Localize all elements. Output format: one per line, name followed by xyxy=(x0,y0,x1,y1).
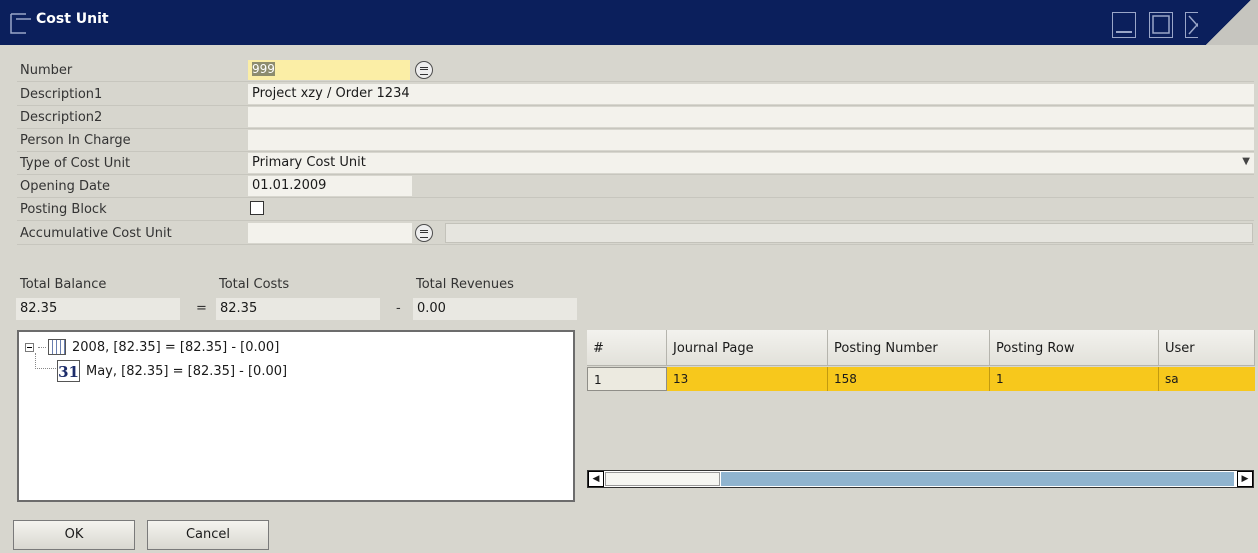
scroll-left-icon[interactable]: ◀ xyxy=(588,471,604,487)
table-row-number-cell[interactable]: 1 xyxy=(587,367,667,391)
total-balance-field: 82.35 xyxy=(16,298,180,320)
window-title: Cost Unit xyxy=(36,11,109,27)
grid-header-user[interactable]: User xyxy=(1159,330,1255,366)
opening-date-field[interactable]: 01.01.2009 xyxy=(248,176,412,196)
total-costs-field: 82.35 xyxy=(216,298,380,320)
accumulative-cost-unit-description xyxy=(445,223,1253,243)
number-list-button[interactable] xyxy=(415,61,433,79)
posting-block-label: Posting Block xyxy=(20,202,107,217)
posting-block-checkbox[interactable] xyxy=(250,201,264,215)
number-label: Number xyxy=(20,63,73,78)
title-bar-corner xyxy=(1198,0,1258,45)
calendar-day-icon: 31 xyxy=(57,360,80,382)
grid-header-posting-number[interactable]: Posting Number xyxy=(828,330,990,366)
number-value: 999 xyxy=(252,62,275,76)
equals-sign: = xyxy=(196,301,207,316)
row-person-in-charge: Person In Charge xyxy=(17,129,1254,152)
row-description1: Description1 Project xzy / Order 1234 xyxy=(17,83,1254,106)
type-of-cost-unit-label: Type of Cost Unit xyxy=(20,156,131,171)
chevron-down-icon[interactable]: ▼ xyxy=(1242,156,1250,167)
ok-button[interactable]: OK xyxy=(13,520,135,550)
description2-label: Description2 xyxy=(20,110,103,125)
tree-connector xyxy=(35,353,56,369)
tree-year-label: 2008, [82.35] = [82.35] - [0.00] xyxy=(72,339,280,355)
accumulative-cost-unit-field[interactable] xyxy=(248,223,412,243)
opening-date-label: Opening Date xyxy=(20,179,111,194)
horizontal-scrollbar[interactable]: ◀ ▶ xyxy=(587,470,1254,488)
scroll-right-icon[interactable]: ▶ xyxy=(1237,471,1253,487)
accumulative-cost-unit-label: Accumulative Cost Unit xyxy=(20,226,172,241)
period-tree: 2008, [82.35] = [82.35] - [0.00] 31 May,… xyxy=(17,330,575,502)
accumulative-cost-unit-list-button[interactable] xyxy=(415,224,433,242)
tree-connector xyxy=(38,346,46,348)
total-balance-label: Total Balance xyxy=(20,277,107,292)
row-number: Number 999 xyxy=(17,59,1254,82)
person-in-charge-field[interactable] xyxy=(248,130,1254,150)
description1-field[interactable]: Project xzy / Order 1234 xyxy=(248,84,1254,104)
person-in-charge-label: Person In Charge xyxy=(20,133,131,148)
description2-field[interactable] xyxy=(248,107,1254,127)
row-posting-block: Posting Block xyxy=(17,198,1254,221)
scrollbar-track[interactable] xyxy=(721,472,1234,486)
number-field[interactable]: 999 xyxy=(248,60,410,80)
total-revenues-label: Total Revenues xyxy=(416,277,514,292)
minus-sign: - xyxy=(396,301,401,316)
cancel-button[interactable]: Cancel xyxy=(147,520,269,550)
tree-node-year[interactable]: 2008, [82.35] = [82.35] - [0.00] xyxy=(25,339,279,355)
scrollbar-thumb[interactable] xyxy=(605,472,720,486)
row-opening-date: Opening Date 01.01.2009 xyxy=(17,175,1254,198)
table-cell-journal-page[interactable]: 13 xyxy=(667,367,828,391)
type-of-cost-unit-dropdown[interactable]: Primary Cost Unit ▼ xyxy=(248,153,1254,173)
description1-label: Description1 xyxy=(20,87,103,102)
grid-header-number[interactable]: # xyxy=(587,330,667,366)
table-cell-posting-number[interactable]: 158 xyxy=(828,367,990,391)
title-bar: Cost Unit xyxy=(0,0,1258,45)
tree-node-month[interactable]: 31 May, [82.35] = [82.35] - [0.00] xyxy=(57,360,287,382)
collapse-icon[interactable] xyxy=(25,342,34,352)
table-cell-user[interactable]: sa xyxy=(1159,367,1255,391)
grid-header-journal-page[interactable]: Journal Page xyxy=(667,330,828,366)
total-costs-label: Total Costs xyxy=(219,277,290,292)
minimize-button[interactable] xyxy=(1112,12,1136,38)
maximize-button[interactable] xyxy=(1149,12,1173,38)
total-revenues-field: 0.00 xyxy=(413,298,577,320)
row-accumulative-cost-unit: Accumulative Cost Unit xyxy=(17,222,1254,245)
window-icon xyxy=(10,13,31,34)
type-of-cost-unit-value: Primary Cost Unit xyxy=(252,155,366,170)
table-cell-posting-row[interactable]: 1 xyxy=(990,367,1159,391)
row-type-of-cost-unit: Type of Cost Unit Primary Cost Unit ▼ xyxy=(17,152,1254,175)
grid-header-posting-row[interactable]: Posting Row xyxy=(990,330,1159,366)
row-description2: Description2 xyxy=(17,106,1254,129)
postings-grid: # Journal Page Posting Number Posting Ro… xyxy=(587,330,1255,500)
tree-month-label: May, [82.35] = [82.35] - [0.00] xyxy=(86,363,288,379)
